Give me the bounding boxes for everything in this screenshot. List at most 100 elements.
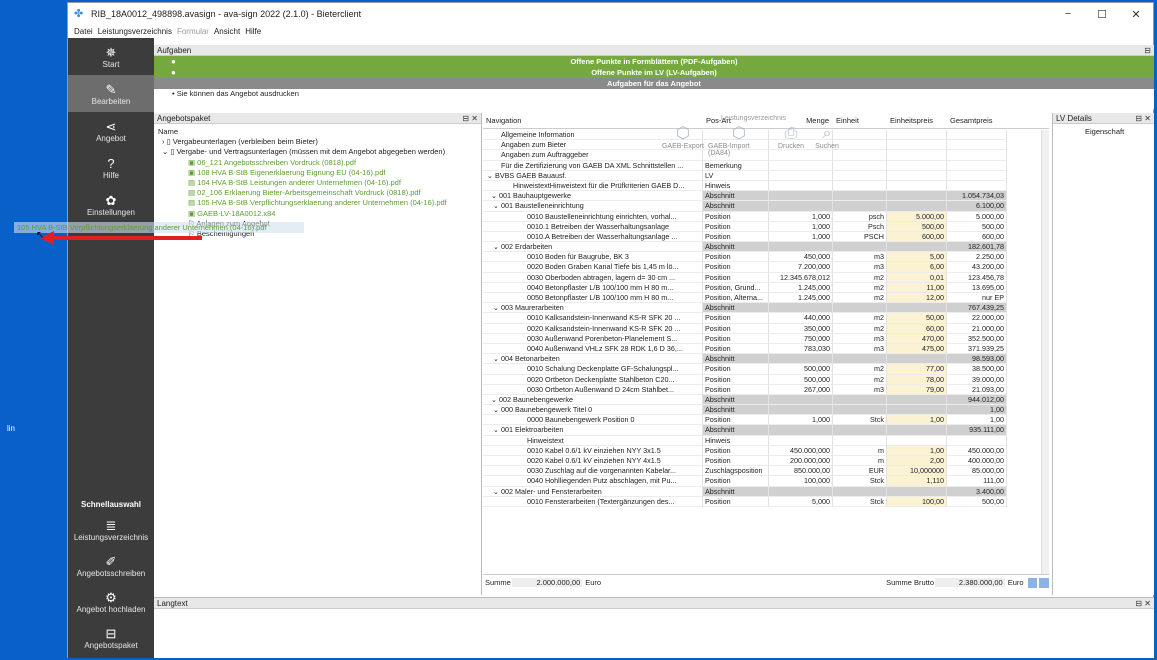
table-cell[interactable]: 11,00 [887,282,947,293]
top-3[interactable]: ? Hilfe [68,149,154,186]
task-bar-pdf[interactable]: ● Offene Punkte in Formblättern (PDF-Aufg… [154,56,1154,67]
pin-close-icons[interactable]: ⊟ ✕ [1135,598,1151,609]
maximize-button[interactable]: ☐ [1085,3,1119,25]
chevron-down-icon[interactable]: ⌄ [493,242,501,251]
table-cell[interactable]: 2,00 [887,456,947,467]
tree-item[interactable]: ▤ 02_106 Erklaerung Bieter-Arbeitsgemein… [158,188,481,198]
table-row[interactable]: 0020 Kabel 0.6/1 kV einziehen NYY 4x1.5 P… [483,456,1049,467]
table-cell[interactable] [887,425,947,436]
table-cell[interactable] [887,394,947,406]
chevron-down-icon[interactable]: ⌄ [493,405,501,414]
task-bar-angebot[interactable]: Aufgaben für das Angebot [154,78,1154,89]
table-row[interactable]: 0000 Baunebengewerk Position 0 Position 1,… [483,415,1049,426]
tree-item[interactable]: ▤ 105 HVA B-StB Verpflichtungserklaerung… [158,198,481,208]
table-row[interactable]: 0040 Außenwand VHLz SFK 28 RDK 1,6 D 36,… [483,343,1049,355]
table-row[interactable]: ⌄ 001 Bauhauptgewerke Abschnitt 1.054.734,… [483,191,1049,202]
table-row[interactable]: 0030 Oberboden abtragen, lagern d= 30 cm… [483,272,1049,283]
table-row[interactable]: ⌄ 000 Baunebengewerk Titel 0 Abschnitt 1,0… [483,405,1049,416]
table-cell[interactable]: 79,00 [887,384,947,395]
table-row[interactable]: 0020 Boden Graben Kanal Tiefe bis 1,45 m… [483,262,1049,273]
desktop-icon-label[interactable]: lin [7,424,15,433]
tree-item[interactable]: › ▯ Vergabeunterlagen (verbleiben beim B… [158,137,481,147]
tree-item[interactable]: ▣ 108 HVA B-StB Eigenerklaerung Eignung … [158,168,481,178]
table-cell[interactable] [887,242,947,253]
print-button[interactable]: ⎙ Drucken [773,125,809,157]
tree-item[interactable]: ▤ 104 HVA B-StB Leistungen anderer Unter… [158,178,481,188]
calc-icon[interactable] [1027,577,1038,588]
table-cell[interactable] [887,435,947,446]
bottom-1[interactable]: ✐ Angebotsschreiben [68,548,154,584]
table-cell[interactable] [887,140,947,151]
table-cell[interactable] [887,150,947,161]
table-cell[interactable]: 470,00 [887,333,947,344]
table-cell[interactable] [887,180,947,192]
chevron-down-icon[interactable]: ⌄ [493,425,501,434]
chevron-down-icon[interactable]: ⌄ [493,303,501,312]
table-cell[interactable] [887,486,947,497]
chevron-down-icon[interactable]: ⌄ [493,201,501,210]
chevron-down-icon[interactable]: ⌄ [491,191,499,200]
table-row[interactable]: HinweistextHinweistext für die Prüfkrite… [483,180,1049,192]
table-cell[interactable] [887,191,947,202]
table-row[interactable]: Für die Zertifizierung von GAEB DA XML S… [483,160,1049,171]
table-row[interactable]: 0010 Boden für Baugrube, BK 3 Position 450… [483,252,1049,263]
menu-ansicht[interactable]: Ansicht [214,27,240,36]
tree-item[interactable]: ▣ GAEB-LV-18A0012.x84 [158,209,481,219]
chevron-down-icon[interactable]: ⌄ [487,171,495,180]
pin-close-icons[interactable]: ⊟ ✕ [462,113,478,124]
table-cell[interactable]: 1,00 [887,445,947,456]
pin-close-icons[interactable]: ⊟ ✕ [1135,113,1151,124]
info-icon[interactable] [1039,577,1049,588]
table-row[interactable]: ⌄ 002 Erdarbeiten Abschnitt 182.601,78 [483,242,1049,253]
table-row[interactable]: Hinweistext Hinweis [483,435,1049,446]
table-cell[interactable]: 10,000000 [887,466,947,477]
table-cell[interactable]: 50,00 [887,313,947,324]
table-row[interactable]: 0030 Außenwand Porenbeton-Planelement S.… [483,333,1049,344]
menu-formular[interactable]: Formular [177,27,209,36]
search-button[interactable]: ⌕ Suchen [812,125,842,157]
chevron-down-icon[interactable]: ⌄ [491,395,499,404]
table-cell[interactable] [887,303,947,314]
table-cell[interactable]: 475,00 [887,343,947,355]
table-row[interactable]: ⌄ BVBS GAEB Bauausf. LV [483,170,1049,181]
menu-leistungsverzeichnis[interactable]: Leistungsverzeichnis [98,27,172,36]
table-cell[interactable]: 600,00 [887,231,947,243]
top-2[interactable]: ⋖ Angebot [68,112,154,149]
chevron-down-icon[interactable]: ⌄ [493,487,501,496]
table-row[interactable]: 0010.A Betreiben der Wasserhaltungsanlag… [483,231,1049,243]
table-cell[interactable] [887,201,947,212]
table-cell[interactable]: 0,01 [887,272,947,283]
table-row[interactable]: 0030 Ortbeton Außenwand D 24cm Stahlbet.… [483,384,1049,395]
table-row[interactable]: 0010.1 Betreiben der Wasserhaltungsanlag… [483,221,1049,232]
top-0[interactable]: ✵ Start [68,38,154,75]
pin-icon[interactable]: ⊟ [1144,45,1151,56]
table-cell[interactable]: 1,00 [887,415,947,426]
table-row[interactable]: 0020 Kalksandstein-Innenwand KS-R SFK 20… [483,323,1049,334]
table-row[interactable]: 0010 Schalung Deckenplatte GF-Schalungsp… [483,364,1049,375]
table-row[interactable]: 0010 Fensterarbeiten (Textergänzungen de… [483,496,1049,507]
task-bar-lv[interactable]: ● Offene Punkte im LV (LV-Aufgaben) [154,67,1154,78]
table-row[interactable]: ⌄ 001 Baustelleneinrichtung Abschnitt 6.10… [483,201,1049,212]
table-cell[interactable] [887,130,947,141]
table-row[interactable]: 0020 Ortbeton Deckenplatte Stahlbeton C2… [483,374,1049,385]
table-row[interactable]: ⌄ 002 Maler- und Fensterarbeiten Abschnit… [483,486,1049,497]
table-row[interactable]: 0030 Zuschlag auf die vorgenannten Kabel… [483,466,1049,477]
col-einheitspreis[interactable]: Einheitspreis [887,113,947,128]
table-cell[interactable]: 5.000,00 [887,211,947,222]
table-cell[interactable]: 77,00 [887,364,947,375]
col-gesamtpreis[interactable]: Gesamtpreis [947,113,1007,128]
table-row[interactable]: 0040 Hohlliegenden Putz abschlagen, mit … [483,476,1049,487]
bottom-2[interactable]: ⚙ Angebot hochladen [68,584,154,620]
top-4[interactable]: ✿ Einstellungen [68,186,154,223]
table-cell[interactable]: 78,00 [887,374,947,385]
gaeb-export-button[interactable]: ⬡ GAEB-Export [661,125,705,157]
top-1[interactable]: ✎ Bearbeiten [68,75,154,112]
tree-item[interactable]: ⌄ ▯ Vergabe- und Vertragsunterlagen (müs… [158,147,481,157]
table-row[interactable]: 0010 Baustelleneinrichtung einrichten, v… [483,211,1049,222]
table-cell[interactable] [887,405,947,416]
table-row[interactable]: ⌄ 003 Maurerarbeiten Abschnitt 767.439,25 [483,303,1049,314]
grid-scrollbar[interactable] [1041,130,1049,574]
table-row[interactable]: ⌄ 002 Baunebengewerke Abschnitt 944.012,00 [483,394,1049,406]
table-cell[interactable] [887,354,947,365]
table-row[interactable]: 0050 Betonpflaster L/B 100/100 mm H 80 m… [483,293,1049,304]
